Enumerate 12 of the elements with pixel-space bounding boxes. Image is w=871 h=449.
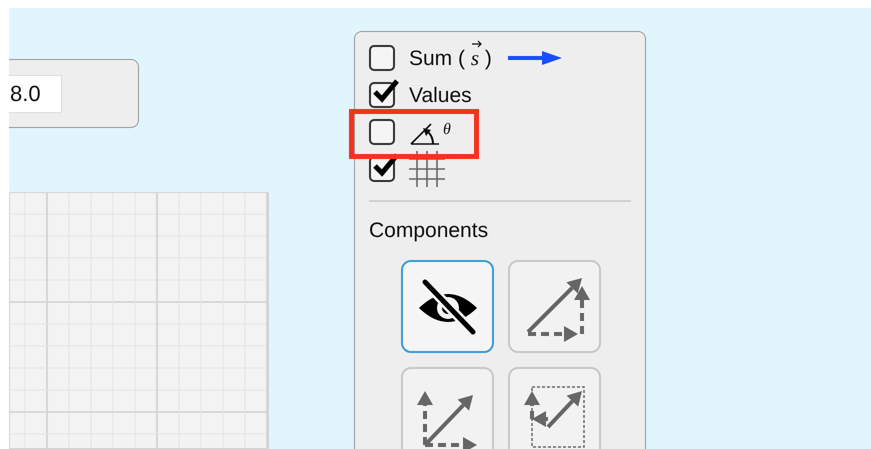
angle-icon xyxy=(409,122,441,146)
component-mode-button[interactable] xyxy=(401,260,494,353)
sum-label: Sum ( s ) xyxy=(409,42,492,74)
values-label: Values xyxy=(409,82,472,109)
arrow-icon xyxy=(508,50,562,66)
components-heading: Components xyxy=(369,218,490,244)
theta-label: θ xyxy=(443,120,451,140)
checkbox[interactable] xyxy=(369,45,395,72)
checkbox[interactable] xyxy=(369,119,395,146)
grid-icon xyxy=(409,151,445,188)
magnitude-field[interactable]: 8.0 xyxy=(9,74,62,112)
vector-arrow-icon xyxy=(470,40,483,48)
